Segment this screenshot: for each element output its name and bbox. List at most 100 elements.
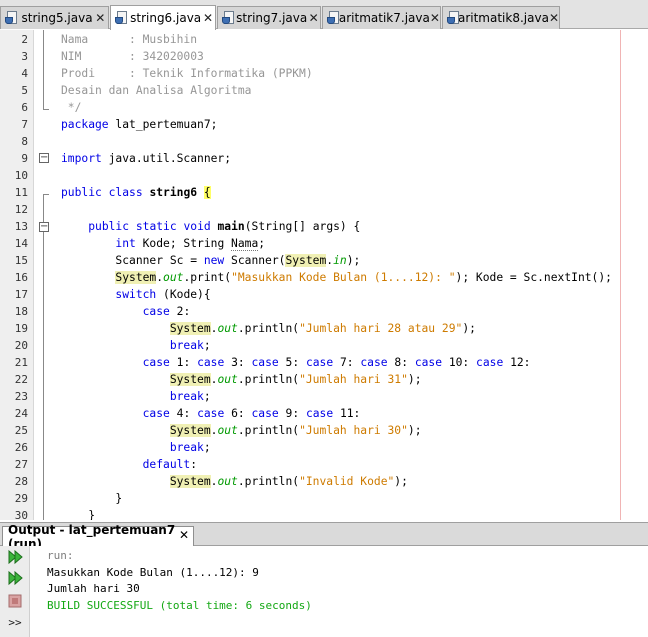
code-text: package lat_pertemuan7; [61,118,218,131]
fold-guide [43,30,44,110]
code-text: System.out.println("Jumlah hari 31"); [169,373,422,386]
line-number: 10 [14,169,28,182]
code-line[interactable]: 15 Scanner Sc = new Scanner(System.in); [0,252,648,269]
line-number: 18 [14,305,28,318]
code-line[interactable]: 29 } [0,490,648,507]
tab-aritmatik8[interactable]: aritmatik8.java ✕ [442,6,560,29]
code-line[interactable]: 18 case 2: [0,303,648,320]
code-line[interactable]: 23 break; [0,388,648,405]
code-line[interactable]: 20 break; [0,337,648,354]
java-file-icon [327,11,339,25]
code-line[interactable]: 8 [0,133,648,150]
code-line[interactable]: 4 Prodi : Teknik Informatika (PPKM) [0,65,648,82]
code-line[interactable]: 9 import java.util.Scanner; [0,150,648,167]
close-icon[interactable]: ✕ [93,11,108,25]
rerun-with-options-icon[interactable] [6,569,24,587]
code-line[interactable]: 5 Desain dan Analisa Algoritma [0,82,648,99]
tab-aritmatik7[interactable]: aritmatik7.java ✕ [322,6,441,29]
tab-string5[interactable]: string5.java ✕ [0,6,109,29]
tab-output[interactable]: Output - lat_pertemuan7 (run) ✕ [2,523,194,551]
line-number: 26 [14,441,28,454]
output-text: run: Masukkan Kode Bulan (1....12): 9 Juml… [47,548,312,614]
code-text: break; [169,390,211,403]
stop-icon[interactable] [6,592,24,610]
line-number: 20 [14,339,28,352]
line-number: 6 [21,101,28,114]
code-line[interactable]: 30 } [0,507,648,520]
code-line[interactable]: 7 package lat_pertemuan7; [0,116,648,133]
line-number: 14 [14,237,28,250]
code-text: */ [61,101,82,114]
code-text: } [61,509,96,520]
code-line[interactable]: 22 System.out.println("Jumlah hari 31"); [0,371,648,388]
editor-tab-bar: string5.java ✕ string6.java ✕ string7.ja… [0,0,648,30]
tab-label: string5.java [21,11,93,25]
line-number: 12 [14,203,28,216]
code-line[interactable]: 16 System.out.print("Masukkan Kode Bulan… [0,269,648,286]
code-text: NIM : 342020003 [61,50,204,63]
code-text: System.out.println("Jumlah hari 30"); [169,424,422,437]
line-number: 7 [21,118,28,131]
code-line[interactable]: 24 case 4: case 6: case 9: case 11: [0,405,648,422]
rerun-icon[interactable] [6,548,24,566]
code-text: Scanner Sc = new Scanner(System.in); [61,254,361,267]
code-line[interactable]: 6 */ [0,99,648,116]
line-number: 3 [21,50,28,63]
code-line[interactable]: 10 [0,167,648,184]
code-line[interactable]: 2 Nama : Musbihin [0,31,648,48]
code-line[interactable]: 19 System.out.println("Jumlah hari 28 at… [0,320,648,337]
code-line[interactable]: 13 public static void main(String[] args… [0,218,648,235]
fold-end [43,109,49,110]
output-tab-bar: Output - lat_pertemuan7 (run) ✕ [0,522,648,551]
close-icon[interactable]: ✕ [549,11,559,25]
line-number: 11 [14,186,28,199]
tab-label: aritmatik7.java [338,11,430,25]
output-line: BUILD SUCCESSFUL (total time: 6 seconds) [47,598,312,612]
java-file-icon [115,11,127,25]
code-line[interactable]: 27 default: [0,456,648,473]
line-number: 17 [14,288,28,301]
more-icon[interactable]: >> [6,613,24,631]
line-number: 29 [14,492,28,505]
line-number: 19 [14,322,28,335]
code-text: switch (Kode){ [115,288,211,301]
line-number: 28 [14,475,28,488]
code-line[interactable]: 26 break; [0,439,648,456]
tab-label: string7.java [236,11,308,25]
code-line[interactable]: 17 switch (Kode){ [0,286,648,303]
fold-start [43,194,49,195]
line-number: 24 [14,407,28,420]
output-window: >> run: Masukkan Kode Bulan (1....12): 9 J… [0,546,648,637]
line-number: 2 [21,33,28,46]
fold-toggle-icon[interactable]: − [39,153,49,163]
code-text: public class string6 { [61,186,211,199]
code-text: default: [142,458,198,471]
tab-string6[interactable]: string6.java ✕ [110,5,216,30]
tab-string7[interactable]: string7.java ✕ [217,6,321,29]
line-number: 16 [14,271,28,284]
close-icon[interactable]: ✕ [179,528,189,542]
code-text: case 2: [142,305,191,318]
code-line[interactable]: 3 NIM : 342020003 [0,48,648,65]
close-icon[interactable]: ✕ [201,11,215,25]
code-text: int Kode; String Nama; [115,237,266,251]
tab-label: aritmatik8.java [457,11,549,25]
close-icon[interactable]: ✕ [307,11,320,25]
output-line: run: [47,549,74,562]
code-line[interactable]: 14 int Kode; String Nama; [0,235,648,252]
code-text: break; [169,441,211,454]
code-text: case 1: case 3: case 5: case 7: case 8: … [142,356,531,369]
code-line[interactable]: 12 [0,201,648,218]
code-line[interactable]: 21 case 1: case 3: case 5: case 7: case … [0,354,648,371]
java-file-icon [5,11,19,25]
code-text: System.out.print("Masukkan Kode Bulan (1… [115,271,612,284]
code-line[interactable]: 28 System.out.println("Invalid Kode"); [0,473,648,490]
fold-toggle-icon[interactable]: − [39,222,49,232]
code-editor[interactable]: 2 Nama : Musbihin 3 NIM : 342020003 4 Prodi :… [0,30,648,520]
line-number: 23 [14,390,28,403]
line-number: 9 [21,152,28,165]
code-text: case 4: case 6: case 9: case 11: [142,407,361,420]
code-line[interactable]: 25 System.out.println("Jumlah hari 30"); [0,422,648,439]
close-icon[interactable]: ✕ [430,11,440,25]
code-line[interactable]: 11 public class string6 { [0,184,648,201]
